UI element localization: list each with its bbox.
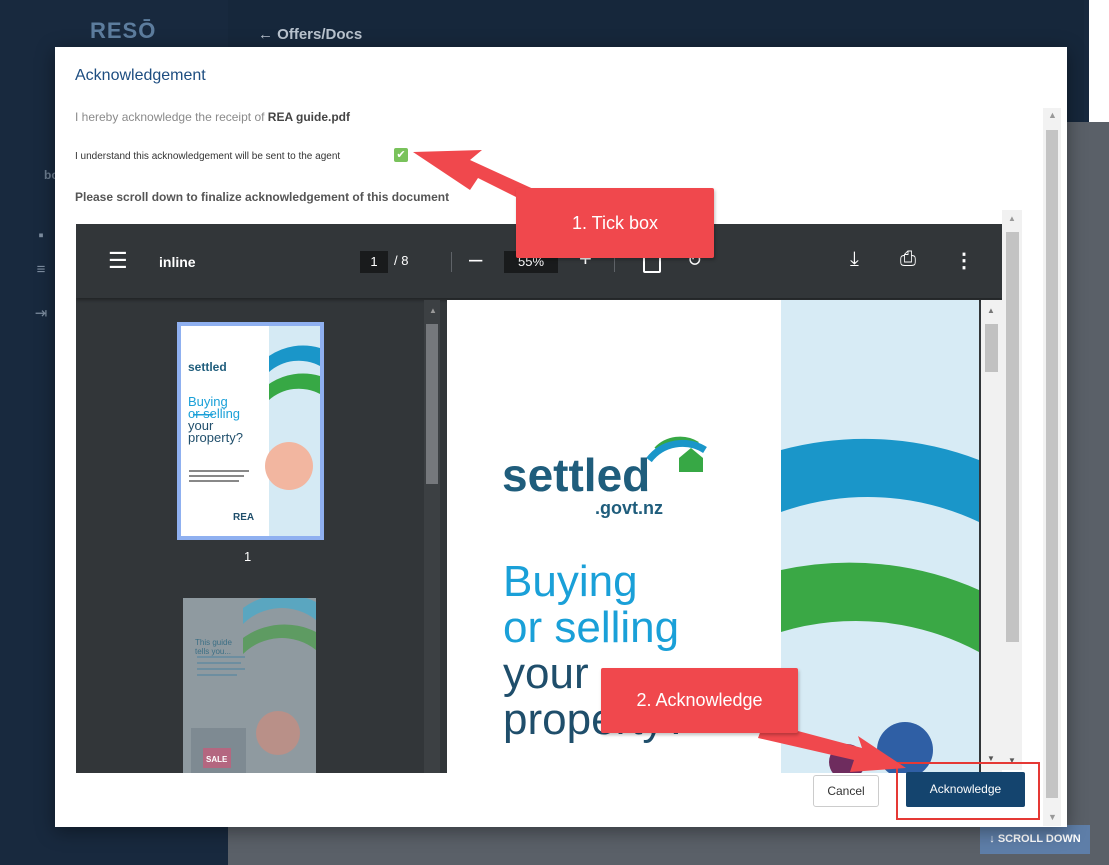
acknowledge-callout: 2. Acknowledge [601,668,798,733]
annotation-arrows [413,150,906,772]
tick-box-callout: 1. Tick box [516,188,714,258]
